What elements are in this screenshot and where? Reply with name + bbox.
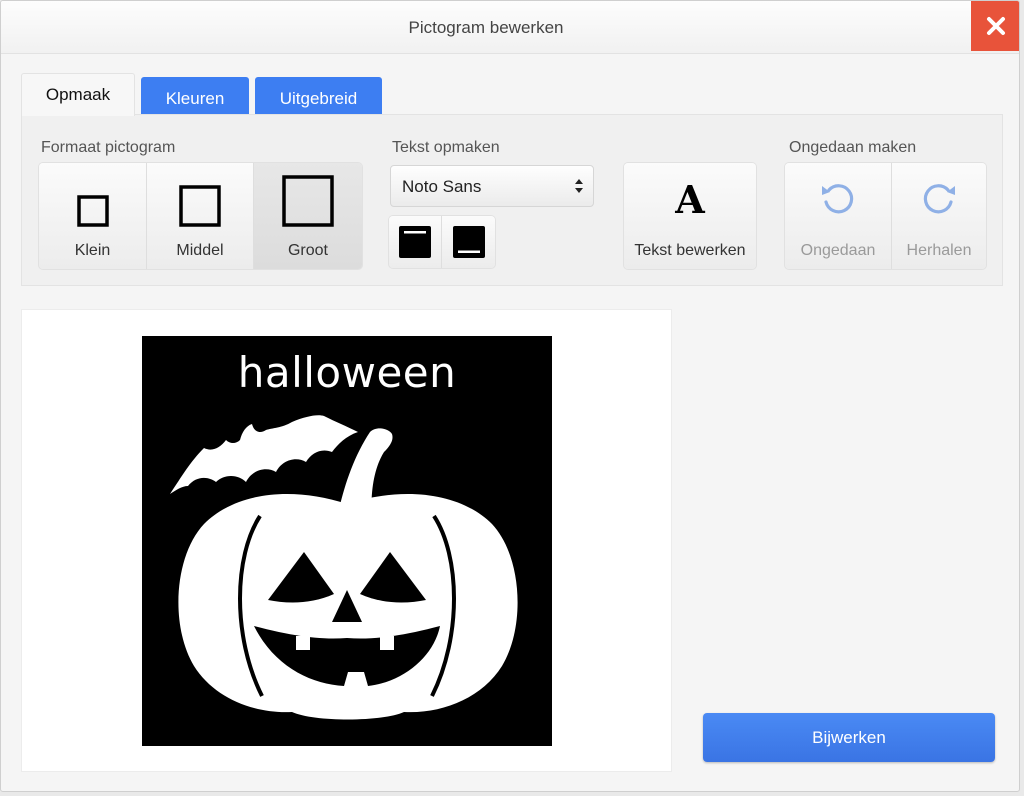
svg-text:A: A	[674, 179, 705, 219]
pumpkin-bat-icon	[170, 415, 518, 720]
size-large-button[interactable]: Groot	[254, 163, 362, 269]
pictogram-preview-area: halloween	[21, 309, 672, 772]
undo-icon	[822, 184, 854, 214]
size-button-group: Klein Middel Groot	[39, 163, 362, 269]
large-square-icon	[282, 175, 334, 227]
dialog-title: Pictogram bewerken	[408, 18, 564, 37]
size-large-label: Groot	[287, 242, 328, 259]
update-button[interactable]: Bijwerken	[703, 713, 995, 762]
select-arrows-icon	[575, 179, 583, 193]
text-bottom-icon	[452, 226, 485, 258]
font-select-value: Noto Sans	[402, 177, 482, 196]
text-top-icon	[399, 226, 431, 258]
tab-uitgebreid[interactable]: Uitgebreid	[255, 77, 382, 115]
letter-a-icon: A	[674, 179, 705, 219]
redo-label: Herhalen	[906, 242, 972, 259]
close-icon	[987, 17, 1005, 35]
pictogram-canvas: halloween	[142, 336, 552, 746]
redo-button[interactable]: Herhalen	[892, 163, 986, 269]
size-medium-label: Middel	[176, 242, 224, 259]
dialog-titlebar: Pictogram bewerken	[1, 1, 1019, 54]
redo-icon	[923, 184, 955, 214]
size-small-button[interactable]: Klein	[39, 163, 147, 269]
size-group-label: Formaat pictogram	[41, 139, 176, 156]
format-toolbar: Formaat pictogram Klein Middel Groot Tek…	[21, 114, 1003, 286]
size-small-label: Klein	[74, 242, 111, 259]
edit-pictogram-dialog: Pictogram bewerken Opmaak Kleuren Uitgeb…	[0, 0, 1020, 792]
undo-redo-group: Ongedaan Herhalen	[785, 163, 986, 269]
medium-square-icon	[179, 185, 221, 227]
edit-text-group: A Tekst bewerken	[624, 163, 756, 269]
edit-text-label: Tekst bewerken	[634, 242, 746, 259]
tab-opmaak[interactable]: Opmaak	[21, 73, 135, 116]
undo-label: Ongedaan	[800, 242, 876, 259]
text-format-group-label: Tekst opmaken	[392, 139, 500, 156]
undo-button[interactable]: Ongedaan	[785, 163, 892, 269]
text-bottom-button[interactable]	[442, 216, 495, 268]
text-top-button[interactable]	[389, 216, 442, 268]
font-select[interactable]: Noto Sans	[390, 165, 594, 207]
edit-text-button[interactable]: A Tekst bewerken	[624, 163, 756, 269]
close-button[interactable]	[971, 1, 1019, 51]
size-medium-button[interactable]: Middel	[147, 163, 254, 269]
small-square-icon	[76, 195, 109, 227]
tab-kleuren[interactable]: Kleuren	[141, 77, 249, 115]
undo-group-label: Ongedaan maken	[789, 139, 917, 156]
text-position-group	[389, 216, 495, 268]
